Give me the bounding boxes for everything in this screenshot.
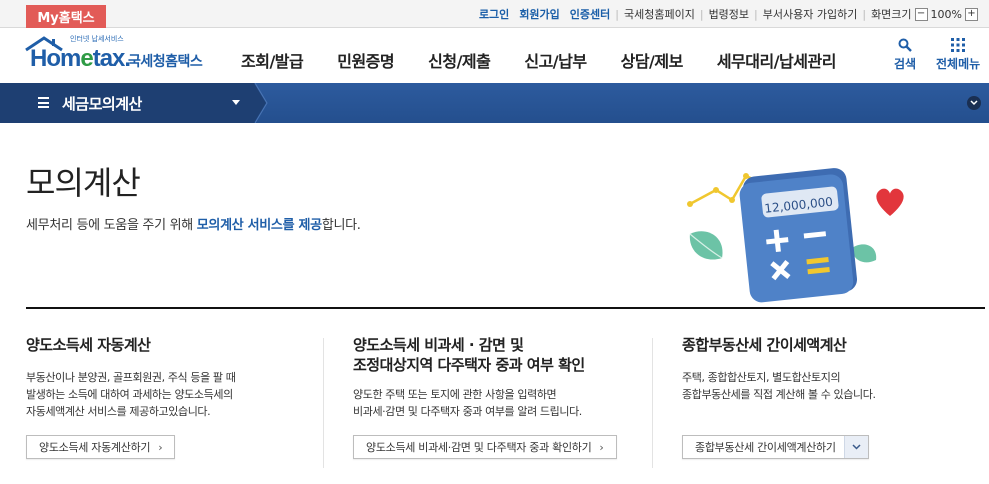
zoom-out-button[interactable]: − bbox=[914, 7, 928, 21]
desc-highlight: 모의계산 서비스를 제공 bbox=[196, 218, 322, 233]
service-card-transfer-tax: 양도소득세 자동계산 부동산이나 분양권, 골프회원권, 주식 등을 팔 때 발… bbox=[26, 335, 236, 420]
grid-icon bbox=[951, 38, 966, 52]
my-hometax-tab[interactable]: My홈택스 bbox=[26, 5, 106, 28]
breadcrumb-arrow-edge bbox=[255, 83, 268, 123]
transfer-exemption-check-button[interactable]: 양도소득세 비과세·감면 및 다주택자 중과 확인하기 › bbox=[353, 435, 617, 459]
card-desc-line: 양도한 주택 또는 토지에 관한 사항을 입력하면 bbox=[353, 388, 557, 401]
utility-bar: My홈택스 로그인 회원가입 인증센터 | 국세청홈페이지 | 법령정보 | 부… bbox=[0, 0, 989, 28]
page-description: 세무처리 등에 도움을 주기 위해 모의계산 서비스를 제공합니다. bbox=[26, 214, 361, 233]
logo-tagline: 인터넷 납세서비스 bbox=[70, 35, 124, 43]
search-icon bbox=[898, 38, 912, 52]
all-menu-label: 전체메뉴 bbox=[936, 57, 981, 71]
zoom-level: 100% bbox=[930, 7, 962, 21]
card-desc-line: 발생하는 소득에 대하여 과세하는 양도소득세의 bbox=[26, 388, 233, 401]
nav-application[interactable]: 신청/제출 bbox=[428, 48, 491, 72]
calculator-illustration: 12,000,000 bbox=[687, 168, 904, 303]
dept-user-signup-link[interactable]: 부서사용자 가입하기 bbox=[763, 6, 858, 22]
nav-consultation[interactable]: 상담/제보 bbox=[621, 48, 684, 72]
caret-down-icon bbox=[232, 100, 240, 105]
logo-word-part: Hom bbox=[30, 45, 81, 72]
desc-text: 합니다. bbox=[321, 218, 361, 233]
zoom-in-button[interactable]: + bbox=[965, 7, 978, 21]
chevron-right-icon: › bbox=[599, 440, 604, 454]
nav-inquiry[interactable]: 조회/발급 bbox=[241, 48, 304, 72]
service-card-transfer-exemption: 양도소득세 비과세 · 감면 및 조정대상지역 다주택자 중과 여부 확인 양도… bbox=[353, 335, 585, 420]
card-title: 종합부동산세 간이세액계산 bbox=[682, 336, 847, 354]
hometax-logo[interactable]: 인터넷 납세서비스 Hometax. 국세청홈택스 bbox=[24, 34, 210, 78]
divider: | bbox=[615, 7, 619, 21]
section-divider bbox=[26, 307, 985, 309]
main-header: 인터넷 납세서비스 Hometax. 국세청홈택스 조회/발급 민원증명 신청/… bbox=[0, 28, 989, 83]
chevron-down-icon[interactable] bbox=[843, 436, 868, 458]
utility-links: 로그인 회원가입 인증센터 | 국세청홈페이지 | 법령정보 | 부서사용자 가… bbox=[479, 6, 981, 22]
card-desc-line: 종합부동산세를 직접 계산해 볼 수 있습니다. bbox=[682, 388, 876, 401]
global-nav: 조회/발급 민원증명 신청/제출 신고/납부 상담/제보 세무대리/납세관리 bbox=[241, 48, 870, 72]
heart-icon bbox=[876, 188, 904, 216]
nav-tax-agent[interactable]: 세무대리/납세관리 bbox=[717, 48, 837, 72]
search-button[interactable]: 검색 bbox=[894, 38, 916, 72]
card-desc-line: 주택, 종합합산토지, 별도합산토지의 bbox=[682, 371, 841, 384]
expand-circle-icon[interactable] bbox=[967, 96, 981, 110]
logo-word-e: e bbox=[80, 45, 93, 72]
card-desc-line: 자동세액계산 서비스를 제공하고있습니다. bbox=[26, 405, 211, 418]
search-label: 검색 bbox=[894, 57, 917, 71]
service-card-comprehensive-real-estate: 종합부동산세 간이세액계산 주택, 종합합산토지, 별도합산토지의 종합부동산세… bbox=[682, 335, 876, 403]
logo-word-part: tax. bbox=[92, 45, 131, 72]
nts-homepage-link[interactable]: 국세청홈페이지 bbox=[624, 6, 695, 22]
column-divider bbox=[652, 338, 653, 468]
signup-link[interactable]: 회원가입 bbox=[519, 6, 559, 22]
button-label: 양도소득세 자동계산하기 bbox=[39, 441, 151, 454]
card-title: 조정대상지역 다주택자 중과 여부 확인 bbox=[353, 356, 585, 374]
nav-filing-payment[interactable]: 신고/납부 bbox=[524, 48, 587, 72]
transfer-tax-auto-calc-button[interactable]: 양도소득세 자동계산하기 › bbox=[26, 435, 176, 459]
button-label: 양도소득세 비과세·감면 및 다주택자 중과 확인하기 bbox=[366, 441, 592, 454]
card-title: 양도소득세 자동계산 bbox=[26, 336, 151, 354]
login-link[interactable]: 로그인 bbox=[479, 6, 509, 22]
comprehensive-tax-calc-select[interactable]: 종합부동산세 간이세액계산하기 bbox=[682, 435, 869, 459]
chevron-right-icon: › bbox=[158, 440, 163, 454]
location-bar: 세금모의계산 bbox=[0, 83, 989, 123]
all-menu-button[interactable]: 전체메뉴 bbox=[936, 38, 980, 72]
screen-size-label: 화면크기 bbox=[871, 8, 912, 21]
divider: | bbox=[862, 7, 867, 21]
page-title: 모의계산 bbox=[26, 164, 141, 202]
nav-certificates[interactable]: 민원증명 bbox=[337, 48, 394, 72]
section-menu-dropdown[interactable]: 세금모의계산 bbox=[0, 83, 254, 123]
select-label: 종합부동산세 간이세액계산하기 bbox=[695, 441, 836, 454]
card-desc-line: 비과세·감면 및 다주택자 중과 여부를 알려 드립니다. bbox=[353, 405, 582, 418]
logo-korean: 국세청홈택스 bbox=[128, 54, 203, 70]
desc-text: 세무처리 등에 도움을 주기 위해 bbox=[26, 218, 197, 233]
card-desc-line: 부동산이나 분양권, 골프회원권, 주식 등을 팔 때 bbox=[26, 371, 236, 384]
cert-center-link[interactable]: 인증센터 bbox=[570, 6, 610, 22]
divider: | bbox=[754, 7, 758, 21]
card-title: 양도소득세 비과세 · 감면 및 bbox=[353, 336, 524, 354]
law-info-link[interactable]: 법령정보 bbox=[709, 6, 749, 22]
section-title: 세금모의계산 bbox=[62, 95, 142, 113]
logo-wordmark: Hometax. bbox=[30, 45, 131, 73]
column-divider bbox=[323, 338, 324, 468]
hamburger-icon bbox=[38, 97, 49, 108]
divider: | bbox=[699, 7, 704, 21]
leaf-icon bbox=[852, 244, 877, 263]
